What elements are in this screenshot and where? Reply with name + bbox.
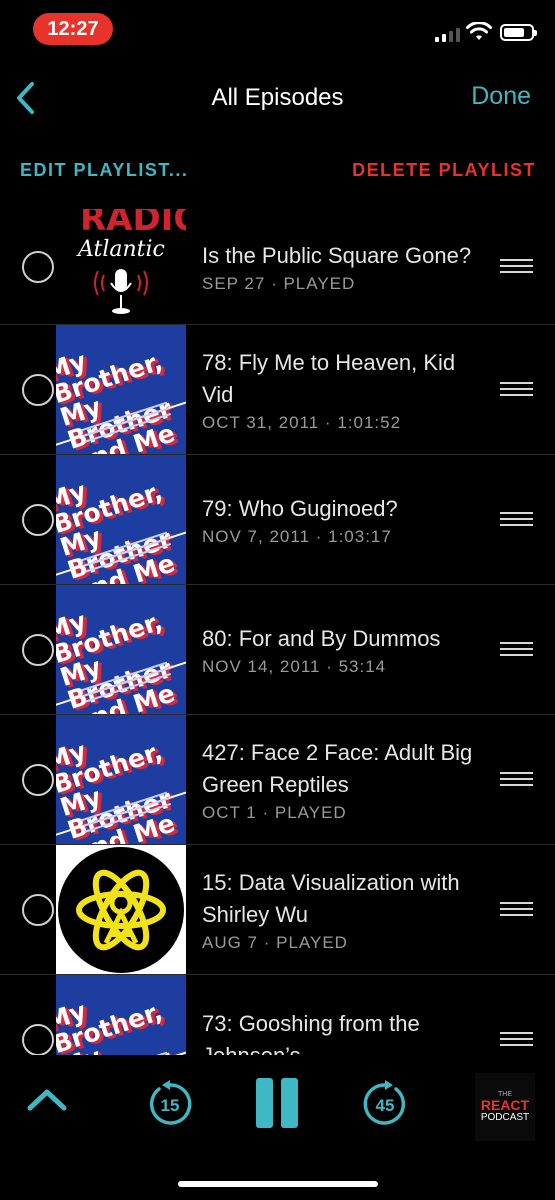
status-time: 12:27 <box>33 13 113 45</box>
edit-playlist-button[interactable]: EDIT PLAYLIST... <box>20 160 188 181</box>
episode-title: 79: Who Guginoed? <box>202 495 398 521</box>
episode-artwork <box>56 845 186 974</box>
cellular-signal-icon <box>435 26 460 42</box>
episode-row[interactable]: My Brother,My Brotherand Me79: Who Gugin… <box>0 455 555 585</box>
now-playing-art-name: REACT <box>480 1097 530 1113</box>
episode-info: 80: For and By Dummos NOV 14, 2011 · 53:1… <box>202 585 485 714</box>
battery-icon <box>500 24 537 41</box>
microphone-icon <box>94 269 148 314</box>
art-title-text: My Brother,My Brotherand Me <box>56 996 175 1055</box>
player-bar: 15 45 THE REACT PODCAST <box>0 1065 555 1155</box>
episode-row[interactable]: My Brother,My Brotherand Me78: Fly Me to… <box>0 325 555 455</box>
episode-info: 15: Data Visualization with Shirley Wu AU… <box>202 845 485 974</box>
skip-forward-button[interactable]: 45 <box>360 1079 410 1129</box>
select-radio-button[interactable] <box>22 1023 54 1055</box>
reorder-handle-icon[interactable] <box>500 641 533 658</box>
atom-logo-icon <box>58 847 184 973</box>
skip-forward-icon: 45 <box>363 1080 406 1125</box>
select-radio-button[interactable] <box>22 763 54 796</box>
home-indicator <box>178 1181 378 1187</box>
nav-bar: All Episodes Done <box>0 70 555 126</box>
episode-title: 80: For and By Dummos <box>202 625 441 651</box>
skip-back-icon: 15 <box>149 1080 192 1125</box>
episode-artwork: RADIOAtlantic <box>56 209 186 324</box>
episode-title: 73: Gooshing from the Johnson’s <box>202 1010 420 1056</box>
chevron-up-icon <box>27 1089 67 1111</box>
episode-artwork: My Brother,My Brotherand Me <box>56 585 186 714</box>
select-radio-button[interactable] <box>22 893 54 926</box>
episode-meta: OCT 31, 2011 · 1:01:52 <box>202 412 402 432</box>
expand-player-button[interactable] <box>24 1079 70 1119</box>
episode-row[interactable]: 15: Data Visualization with Shirley Wu AU… <box>0 845 555 975</box>
episode-meta: SEP 27 · PLAYED <box>202 273 356 293</box>
svg-text:45: 45 <box>376 1096 395 1115</box>
select-radio-button[interactable] <box>22 373 54 406</box>
episode-list[interactable]: RADIOAtlantic Is the Public Square Gone? S… <box>0 209 555 1055</box>
reorder-handle-icon[interactable] <box>500 1031 533 1048</box>
episode-meta: AUG 7 · PLAYED <box>202 932 348 952</box>
pause-button[interactable] <box>254 1077 300 1129</box>
playlist-actions: EDIT PLAYLIST... DELETE PLAYLIST <box>0 156 555 188</box>
episode-row[interactable]: My Brother,My Brotherand Me 73: Gooshing … <box>0 975 555 1055</box>
episode-row[interactable]: My Brother,My Brotherand Me 427: Face 2 F… <box>0 715 555 845</box>
delete-playlist-button[interactable]: DELETE PLAYLIST <box>352 160 536 181</box>
now-playing-art-sub: PODCAST <box>480 1112 530 1123</box>
episode-artwork: My Brother,My Brotherand Me <box>56 715 186 844</box>
episode-info: 78: Fly Me to Heaven, Kid Vid OCT 31, 201… <box>202 325 485 454</box>
episode-meta: NOV 7, 2011 · 1:03:17 <box>202 526 392 546</box>
wifi-icon <box>466 22 492 40</box>
episode-meta: OCT 1 · PLAYED <box>202 802 347 822</box>
reorder-handle-icon[interactable] <box>500 511 533 528</box>
pause-icon-bar-right <box>281 1078 298 1128</box>
now-playing-artwork[interactable]: THE REACT PODCAST <box>475 1073 535 1141</box>
episode-info: Is the Public Square Gone? SEP 27 · PLAYE… <box>202 209 485 324</box>
skip-back-button[interactable]: 15 <box>145 1079 195 1129</box>
reorder-handle-icon[interactable] <box>500 901 533 918</box>
reorder-handle-icon[interactable] <box>500 258 533 275</box>
episode-info: 427: Face 2 Face: Adult Big Green Reptil… <box>202 715 485 844</box>
episode-info: 73: Gooshing from the Johnson’s <box>202 975 485 1056</box>
episode-artwork: My Brother,My Brotherand Me <box>56 975 186 1055</box>
episode-title: 15: Data Visualization with Shirley Wu <box>202 869 460 927</box>
episode-artwork: My Brother,My Brotherand Me <box>56 325 186 454</box>
episode-title: Is the Public Square Gone? <box>202 242 472 268</box>
done-button[interactable]: Done <box>471 82 531 111</box>
episode-row[interactable]: My Brother,My Brotherand Me80: For and B… <box>0 585 555 715</box>
episode-artwork: My Brother,My Brotherand Me <box>56 455 186 584</box>
select-radio-button[interactable] <box>22 633 54 666</box>
select-radio-button[interactable] <box>22 250 54 283</box>
svg-text:15: 15 <box>161 1096 180 1115</box>
status-bar: 12:27 <box>0 0 555 60</box>
select-radio-button[interactable] <box>22 503 54 536</box>
episode-row[interactable]: RADIOAtlantic Is the Public Square Gone? S… <box>0 209 555 325</box>
episode-title: 78: Fly Me to Heaven, Kid Vid <box>202 349 456 407</box>
episode-title: 427: Face 2 Face: Adult Big Green Reptil… <box>202 739 473 797</box>
reorder-handle-icon[interactable] <box>500 381 533 398</box>
reorder-handle-icon[interactable] <box>500 771 533 788</box>
pause-icon-bar-left <box>256 1078 273 1128</box>
episode-meta: NOV 14, 2011 · 53:14 <box>202 656 387 676</box>
episode-info: 79: Who Guginoed? NOV 7, 2011 · 1:03:17 <box>202 455 485 584</box>
